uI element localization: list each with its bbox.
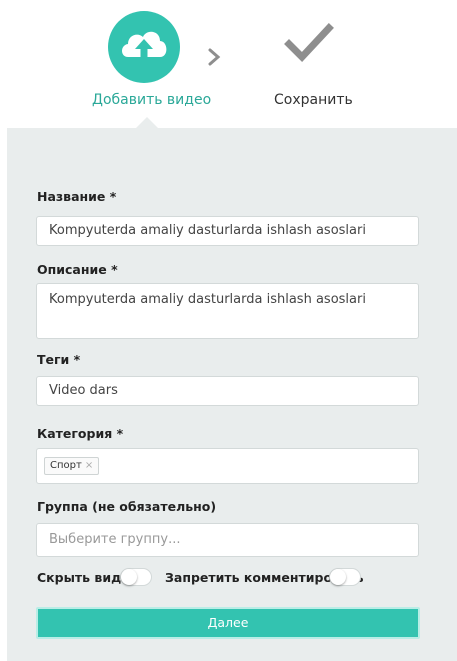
checkmark-icon[interactable] [283,20,335,72]
category-select[interactable]: Спорт × [36,448,419,484]
upload-stepper: Добавить видео Сохранить [0,0,457,128]
category-tag-label: Спорт [50,460,82,471]
toggle-knob [330,569,346,585]
description-textarea[interactable]: Kompyuterda amaliy dasturlarda ishlash a… [36,283,419,339]
next-button[interactable]: Далее [36,607,420,639]
tags-value: Video dars [49,383,118,398]
step-label-save[interactable]: Сохранить [274,92,353,108]
step-label-add-video[interactable]: Добавить видео [92,92,211,108]
hide-video-toggle[interactable] [120,568,152,586]
group-select[interactable]: Выберите группу... [36,523,419,557]
chevron-right-icon [207,47,221,71]
cloud-upload-icon[interactable] [108,11,180,83]
toggle-knob [121,569,137,585]
category-label: Категория * [37,426,124,441]
category-tag: Спорт × [44,457,100,475]
description-value: Kompyuterda amaliy dasturlarda ishlash a… [49,292,366,307]
disable-comments-toggle[interactable] [329,568,361,586]
title-input[interactable]: Kompyuterda amaliy dasturlarda ishlash a… [36,216,419,246]
tags-label: Теги * [37,352,81,367]
title-input-value: Kompyuterda amaliy dasturlarda ishlash a… [49,223,366,238]
toggle-row: Скрыть видео Запретить комментировать [37,567,437,589]
group-placeholder: Выберите группу... [49,532,181,547]
tag-remove-icon[interactable]: × [85,460,93,471]
description-label: Описание * [37,262,118,277]
title-label: Название * [37,189,117,204]
group-label: Группа (не обязательно) [37,499,217,514]
panel-pointer [136,117,158,128]
tags-input[interactable]: Video dars [36,376,419,406]
